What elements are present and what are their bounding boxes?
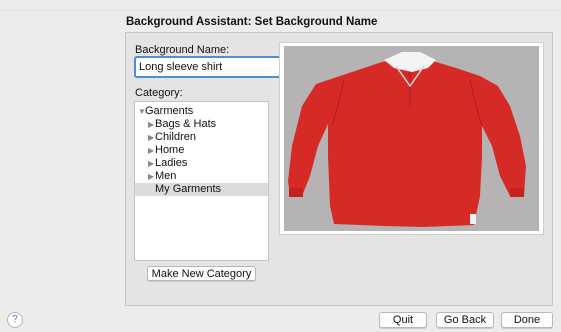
background-name-label: Background Name: (135, 44, 230, 56)
disclosure-closed-icon[interactable]: ▶ (148, 170, 155, 183)
main-panel: Background Name: Category: ▼Garments ▶Ba… (125, 32, 553, 306)
shirt-photo (284, 46, 539, 231)
category-tree[interactable]: ▼Garments ▶Bags & Hats ▶Children ▶Home ▶… (134, 101, 269, 261)
help-button[interactable]: ? (7, 312, 23, 328)
tree-item-children[interactable]: ▶Children (135, 131, 268, 144)
disclosure-closed-icon[interactable]: ▶ (148, 144, 155, 157)
tree-item-bags-hats[interactable]: ▶Bags & Hats (135, 118, 268, 131)
tree-item-label: Garments (145, 105, 194, 117)
disclosure-closed-icon[interactable]: ▶ (148, 118, 155, 131)
tree-item-label: Bags & Hats (155, 118, 217, 130)
garment-preview (279, 42, 544, 235)
quit-button[interactable]: Quit (379, 312, 427, 328)
top-divider (0, 10, 561, 11)
tree-item-label: Children (155, 131, 196, 143)
tree-item-label: Men (155, 170, 177, 182)
background-name-input[interactable] (134, 56, 281, 78)
tree-item-men[interactable]: ▶Men (135, 170, 268, 183)
category-label: Category: (135, 87, 183, 99)
make-new-category-button[interactable]: Make New Category (147, 266, 256, 281)
tree-item-my-garments[interactable]: My Garments (135, 183, 268, 196)
tree-item-label: Ladies (155, 157, 188, 169)
tree-item-home[interactable]: ▶Home (135, 144, 268, 157)
disclosure-open-icon[interactable]: ▼ (138, 105, 146, 118)
tree-item-label: My Garments (155, 183, 222, 195)
dialog-title: Background Assistant: Set Background Nam… (126, 16, 378, 28)
disclosure-closed-icon[interactable]: ▶ (148, 131, 155, 144)
tree-item-label: Home (155, 144, 185, 156)
tree-item-garments[interactable]: ▼Garments (135, 105, 268, 118)
tree-item-ladies[interactable]: ▶Ladies (135, 157, 268, 170)
done-button[interactable]: Done (501, 312, 553, 328)
go-back-button[interactable]: Go Back (436, 312, 494, 328)
disclosure-closed-icon[interactable]: ▶ (148, 157, 155, 170)
